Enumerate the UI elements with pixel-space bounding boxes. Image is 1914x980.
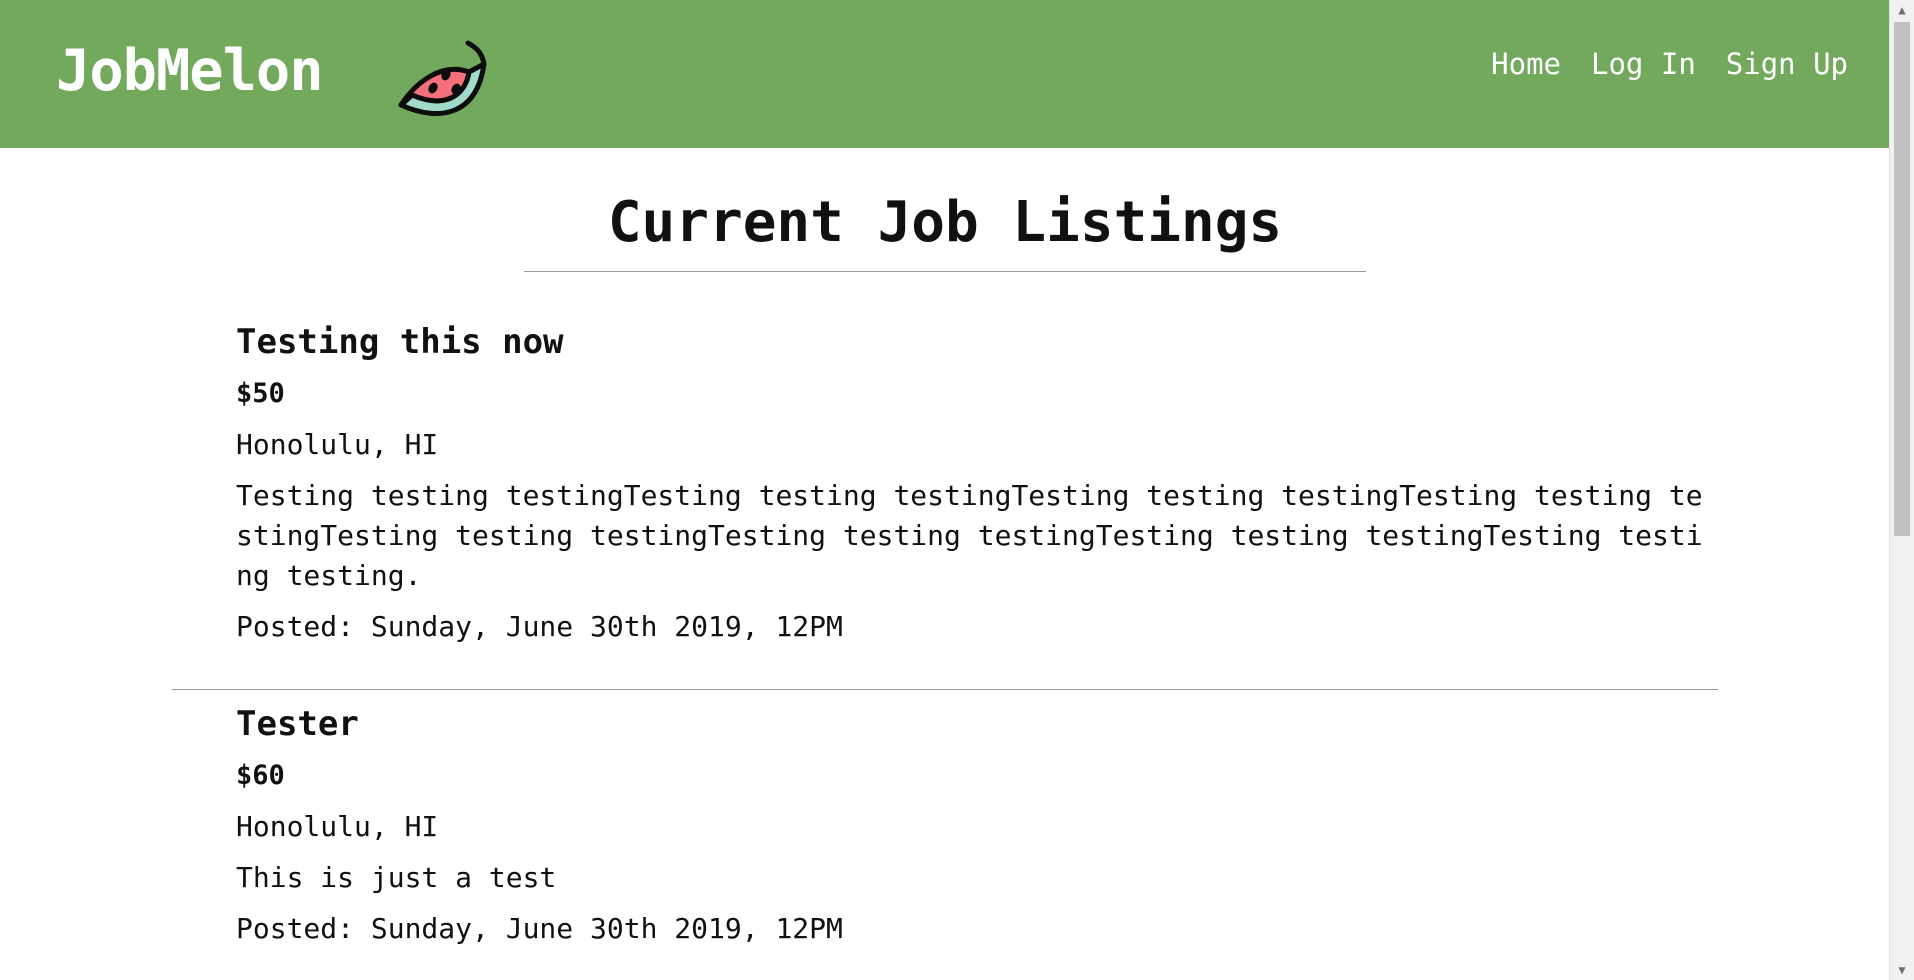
brand-name[interactable]: JobMelon [56,36,324,106]
job-title[interactable]: Tester [236,704,1716,744]
chevron-up-icon[interactable]: ▲ [1890,0,1914,20]
job-description: This is just a test [236,861,557,894]
listing-divider [172,689,1718,690]
app-window: JobMelon Home Log In Sign Up Current Job… [0,0,1914,980]
job-listing-card: Testing this now $50 Honolulu, HI Testin… [236,322,1716,646]
job-title[interactable]: Testing this now [236,322,1716,362]
job-pay: $60 [236,760,285,791]
main-navigation: Home Log In Sign Up [1491,44,1848,84]
job-posted-date: Posted: Sunday, June 30th 2019, 12PM [236,610,843,643]
chevron-down-icon[interactable]: ▼ [1890,960,1914,980]
navbar: JobMelon Home Log In Sign Up [0,0,1890,148]
job-description: Testing testing testingTesting testing t… [236,479,1703,592]
job-location: Honolulu, HI [236,810,439,843]
nav-signup-link[interactable]: Sign Up [1726,44,1848,84]
job-pay: $50 [236,378,285,409]
watermelon-icon[interactable] [398,26,494,122]
job-listing-card: Tester $60 Honolulu, HI This is just a t… [236,704,1716,948]
job-location: Honolulu, HI [236,428,439,461]
vertical-scrollbar[interactable]: ▲ ▼ [1889,0,1914,980]
page-title: Current Job Listings [607,190,1283,255]
nav-home-link[interactable]: Home [1491,44,1561,84]
title-divider [524,271,1366,272]
nav-login-link[interactable]: Log In [1591,44,1696,84]
scroll-thumb[interactable] [1894,22,1910,536]
job-posted-date: Posted: Sunday, June 30th 2019, 12PM [236,912,843,945]
